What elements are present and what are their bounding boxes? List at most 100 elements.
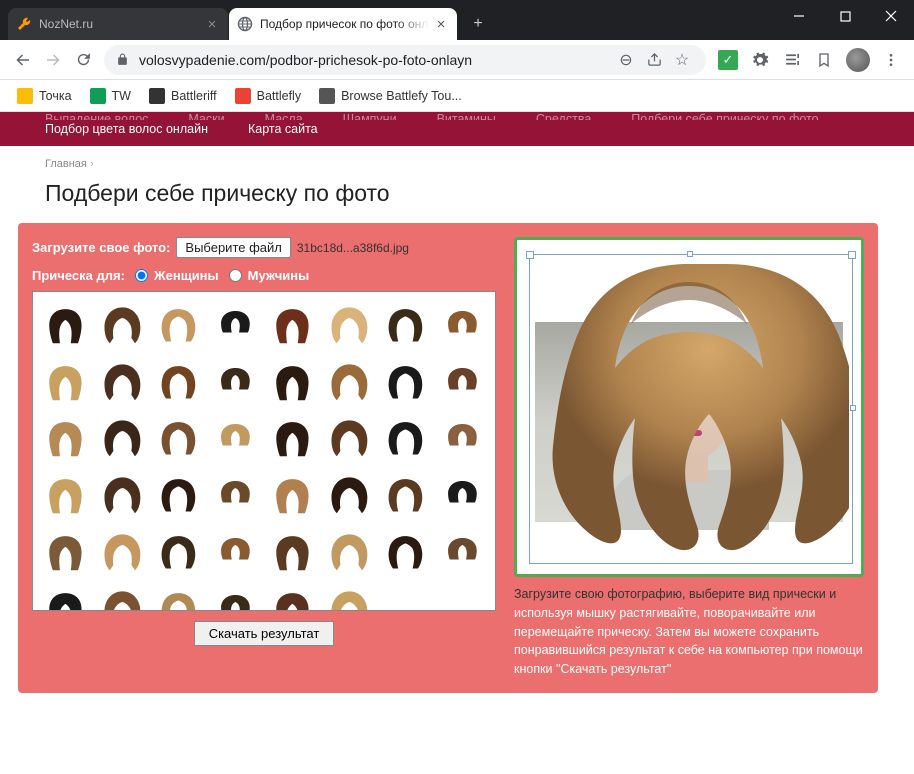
choose-file-button[interactable]: Выберите файл bbox=[176, 237, 290, 258]
hairstyle-thumbnail[interactable] bbox=[323, 582, 376, 611]
bookmark-item[interactable]: Battlefly bbox=[226, 84, 310, 108]
radio-men[interactable] bbox=[229, 269, 242, 282]
hairstyle-thumbnail[interactable] bbox=[209, 412, 262, 465]
hairstyle-thumbnail[interactable] bbox=[209, 525, 262, 578]
profile-avatar[interactable] bbox=[846, 48, 870, 72]
download-button[interactable]: Скачать результат bbox=[194, 621, 335, 646]
extension-list[interactable] bbox=[778, 46, 806, 74]
hairstyle-thumbnail[interactable] bbox=[153, 355, 206, 408]
hairstyle-thumbnail[interactable] bbox=[209, 468, 262, 521]
hairstyle-thumbnail[interactable] bbox=[323, 412, 376, 465]
browser-toolbar: volosvypadenie.com/podbor-prichesok-po-f… bbox=[0, 40, 914, 80]
new-tab-button[interactable]: + bbox=[464, 10, 492, 38]
lock-icon bbox=[116, 53, 129, 66]
extension-bookmark[interactable] bbox=[810, 46, 838, 74]
hairstyle-thumbnail[interactable] bbox=[266, 525, 319, 578]
hairstyle-thumbnail[interactable] bbox=[436, 468, 489, 521]
hairstyle-thumbnail[interactable] bbox=[323, 355, 376, 408]
hairstyle-grid[interactable] bbox=[32, 291, 496, 611]
hairstyle-thumbnail[interactable] bbox=[209, 582, 262, 611]
zoom-icon[interactable]: ⊖ bbox=[614, 48, 638, 72]
hairstyle-thumbnail[interactable] bbox=[436, 525, 489, 578]
browser-tab-active[interactable]: Подбор причесок по фото онла × bbox=[229, 8, 457, 40]
hairstyle-thumbnail[interactable] bbox=[436, 412, 489, 465]
nav-link[interactable]: Витамины bbox=[437, 112, 496, 118]
hairstyle-thumbnail[interactable] bbox=[153, 298, 206, 351]
back-button[interactable] bbox=[8, 45, 38, 75]
nav-link[interactable]: Средства bbox=[536, 112, 591, 118]
nav-link[interactable]: Подбор цвета волос онлайн bbox=[45, 122, 208, 136]
label-women[interactable]: Женщины bbox=[154, 268, 219, 283]
radio-women[interactable] bbox=[135, 269, 148, 282]
hairstyle-thumbnail[interactable] bbox=[436, 355, 489, 408]
label-men[interactable]: Мужчины bbox=[248, 268, 310, 283]
address-bar[interactable]: volosvypadenie.com/podbor-prichesok-po-f… bbox=[104, 45, 706, 75]
hairstyle-thumbnail[interactable] bbox=[266, 468, 319, 521]
nav-link[interactable]: Шампуни bbox=[343, 112, 397, 118]
hairstyle-thumbnail[interactable] bbox=[96, 582, 149, 611]
hairstyle-thumbnail[interactable] bbox=[153, 468, 206, 521]
hairstyle-thumbnail[interactable] bbox=[39, 412, 92, 465]
hairstyle-thumbnail[interactable] bbox=[96, 355, 149, 408]
bookmark-item[interactable]: Точка bbox=[8, 84, 81, 108]
hairstyle-thumbnail[interactable] bbox=[380, 412, 433, 465]
hairstyle-thumbnail[interactable] bbox=[380, 525, 433, 578]
hairstyle-thumbnail[interactable] bbox=[153, 412, 206, 465]
hairstyle-thumbnail[interactable] bbox=[96, 412, 149, 465]
nav-link[interactable]: Масла bbox=[265, 112, 303, 118]
bookmark-item[interactable]: Battleriff bbox=[140, 84, 226, 108]
hairstyle-thumbnail[interactable] bbox=[266, 412, 319, 465]
forward-button[interactable] bbox=[38, 45, 68, 75]
hairstyle-thumbnail[interactable] bbox=[436, 298, 489, 351]
hairstyle-thumbnail[interactable] bbox=[209, 298, 262, 351]
hairstyle-thumbnail[interactable] bbox=[153, 525, 206, 578]
page-title: Подбери себе прическу по фото bbox=[27, 174, 887, 223]
site-nav: Выпадение волос Маски Масла Шампуни Витамины… bbox=[0, 112, 914, 146]
hairstyle-thumbnail[interactable] bbox=[266, 355, 319, 408]
hairstyle-thumbnail[interactable] bbox=[39, 298, 92, 351]
hairstyle-thumbnail[interactable] bbox=[209, 355, 262, 408]
reload-button[interactable] bbox=[68, 45, 98, 75]
breadcrumb: Главная › bbox=[27, 146, 887, 174]
nav-link[interactable]: Карта сайта bbox=[248, 122, 318, 136]
gender-label: Прическа для: bbox=[32, 268, 125, 283]
bookmark-item[interactable]: Browse Battlefy Tou... bbox=[310, 84, 471, 108]
hairstyle-thumbnail[interactable] bbox=[380, 298, 433, 351]
hairstyle-thumbnail[interactable] bbox=[323, 525, 376, 578]
preview-canvas[interactable] bbox=[514, 237, 864, 577]
hairstyle-thumbnail[interactable] bbox=[266, 582, 319, 611]
window-close[interactable] bbox=[868, 0, 914, 32]
selection-handles[interactable] bbox=[529, 254, 853, 564]
tab-close-icon[interactable]: × bbox=[204, 16, 220, 32]
hairstyle-thumbnail[interactable] bbox=[39, 355, 92, 408]
hairstyle-thumbnail[interactable] bbox=[96, 468, 149, 521]
filename-text: 31bc18d...a38f6d.jpg bbox=[297, 241, 409, 255]
hairstyle-thumbnail[interactable] bbox=[39, 525, 92, 578]
hairstyle-thumbnail[interactable] bbox=[380, 355, 433, 408]
star-icon[interactable]: ☆ bbox=[670, 48, 694, 72]
nav-link[interactable]: Маски bbox=[188, 112, 224, 118]
hairstyle-thumbnail[interactable] bbox=[266, 298, 319, 351]
extension-checkmark[interactable]: ✓ bbox=[714, 46, 742, 74]
hairstyle-thumbnail[interactable] bbox=[323, 468, 376, 521]
window-minimize[interactable] bbox=[776, 0, 822, 32]
browser-menu[interactable] bbox=[876, 45, 906, 75]
hairstyle-thumbnail[interactable] bbox=[96, 298, 149, 351]
window-maximize[interactable] bbox=[822, 0, 868, 32]
hairstyle-thumbnail[interactable] bbox=[323, 298, 376, 351]
hairstyle-thumbnail[interactable] bbox=[153, 582, 206, 611]
hairstyle-app: Загрузите свое фото: Выберите файл 31bc1… bbox=[18, 223, 878, 693]
hairstyle-thumbnail[interactable] bbox=[39, 582, 92, 611]
bookmark-item[interactable]: TW bbox=[81, 84, 140, 108]
hairstyle-thumbnail[interactable] bbox=[39, 468, 92, 521]
extension-gear[interactable] bbox=[746, 46, 774, 74]
hairstyle-thumbnail[interactable] bbox=[380, 468, 433, 521]
hairstyle-thumbnail[interactable] bbox=[96, 525, 149, 578]
tab-close-icon[interactable]: × bbox=[433, 16, 449, 32]
nav-link[interactable]: Подбери себе прическу по фото bbox=[631, 112, 818, 118]
nav-link[interactable]: Выпадение волос bbox=[45, 112, 148, 118]
page-content: Выпадение волос Маски Масла Шампуни Витамины… bbox=[0, 112, 914, 774]
browser-tab[interactable]: NozNet.ru × bbox=[8, 8, 228, 40]
share-icon[interactable] bbox=[642, 48, 666, 72]
tab-title: NozNet.ru bbox=[39, 17, 200, 31]
